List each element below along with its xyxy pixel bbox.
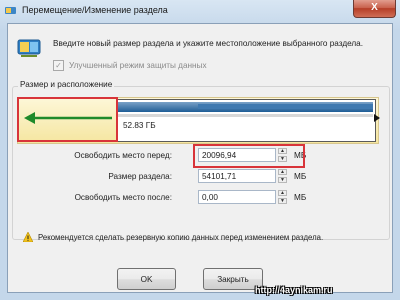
dialog-body: Введите новый размер раздела и укажите м…	[7, 23, 393, 293]
partition-size-spinner[interactable]: ▲ ▼	[278, 169, 287, 183]
ok-button[interactable]: OK	[117, 268, 176, 290]
warning-icon	[23, 232, 33, 242]
checkbox-box[interactable]: ✓	[53, 60, 64, 71]
partition-app-icon	[5, 7, 16, 14]
checkmark-icon: ✓	[55, 60, 62, 70]
partition-size-label: 52.83 ГБ	[123, 121, 156, 130]
free-after-input[interactable]: 0,00	[198, 190, 276, 204]
dialog-window: Перемещение/Изменение раздела X Введите …	[0, 0, 400, 300]
free-before-label: Освободить место перед:	[74, 151, 172, 160]
partition-disk-icon	[17, 39, 41, 57]
spin-up-icon[interactable]: ▲	[278, 190, 287, 196]
partition-size-unit: МБ	[294, 172, 307, 181]
free-before-highlight	[193, 144, 305, 168]
free-after-label: Освободить место после:	[74, 193, 172, 202]
partition-free-bar	[198, 104, 373, 109]
checkbox-label: Улучшенный режим защиты данных	[69, 61, 207, 70]
partition-size-field-label: Размер раздела:	[108, 172, 172, 181]
spin-up-icon[interactable]: ▲	[278, 169, 287, 175]
partition-size-input[interactable]: 54101,71	[198, 169, 276, 183]
title-bar[interactable]: Перемещение/Изменение раздела X	[0, 0, 400, 22]
left-arrow-icon	[24, 112, 112, 124]
free-after-spinner[interactable]: ▲ ▼	[278, 190, 287, 204]
instruction-text: Введите новый размер раздела и укажите м…	[53, 39, 364, 48]
right-handle-arrow-icon[interactable]	[374, 114, 380, 122]
spin-down-icon[interactable]: ▼	[278, 177, 287, 183]
size-location-label: Размер и расположение	[18, 80, 115, 89]
warning-text: Рекомендуется сделать резервную копию да…	[38, 233, 324, 242]
spin-down-icon[interactable]: ▼	[278, 198, 287, 204]
watermark-text: http://4aynikam.ru	[255, 285, 333, 295]
close-window-button[interactable]: X	[353, 0, 396, 18]
close-button[interactable]: Закрыть	[203, 268, 263, 290]
free-after-unit: МБ	[294, 193, 307, 202]
data-protection-checkbox[interactable]: ✓ Улучшенный режим защиты данных	[53, 60, 207, 71]
window-title: Перемещение/Изменение раздела	[22, 5, 168, 15]
partition-track	[118, 114, 373, 117]
